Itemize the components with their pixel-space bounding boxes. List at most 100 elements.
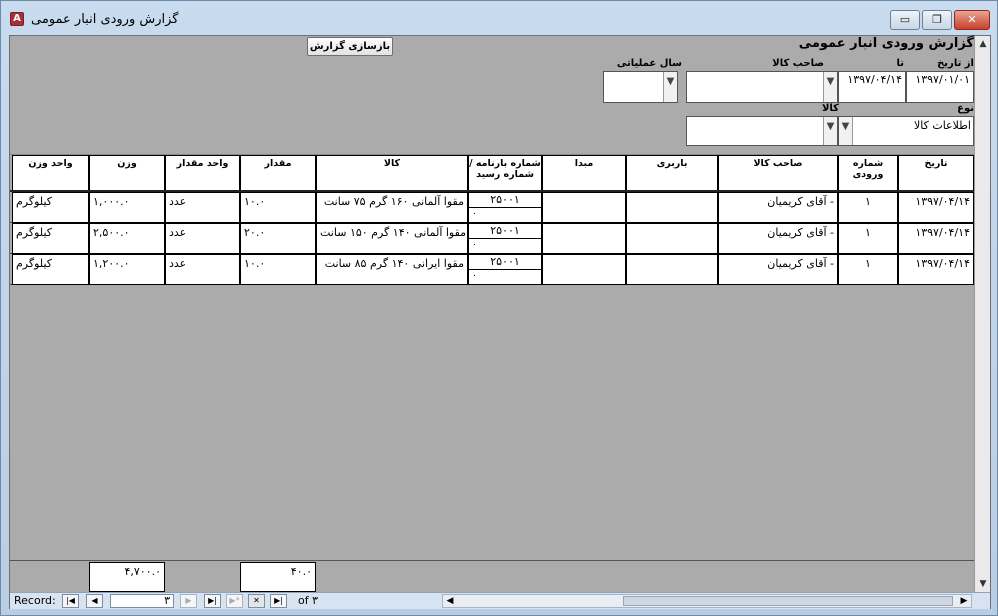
scroll-down-icon[interactable]: ▼ (975, 576, 991, 592)
record-of-label: of ۳ (298, 594, 319, 607)
col-qty-unit: واحد مقدار (165, 155, 240, 191)
cell-weight-unit: کیلوگرم (12, 254, 89, 285)
cell-goods: مقوا آلمانی ۱۶۰ گرم ۷۵ سانت (316, 192, 468, 223)
report-footer: ۴,۷۰۰.۰ ۴۰.۰ (10, 560, 974, 592)
col-carrier: باربری (626, 155, 718, 191)
type-label: نوع (957, 103, 974, 114)
scroll-left-icon[interactable]: ◀ (443, 595, 457, 607)
cell-owner: آقای کریمیان - (718, 192, 838, 223)
first-record-icon[interactable]: |◀ (62, 594, 79, 608)
from-date-label: از تاریخ (937, 58, 974, 69)
receipt-number: ۰ (472, 209, 477, 219)
col-waybill: شماره بارنامه / شماره رسید (468, 155, 542, 191)
horizontal-scrollbar[interactable]: ◀ ▶ (442, 594, 972, 608)
cell-waybill: ۲۵۰۰۱ ۰ (468, 223, 542, 254)
cell-waybill: ۲۵۰۰۱ ۰ (468, 254, 542, 285)
goods-label: کالا (821, 103, 839, 114)
cell-qty-unit: عدد (165, 223, 240, 254)
page-title: گزارش ورودی انبار عمومی (798, 36, 974, 51)
fiscal-year-combo[interactable]: ▼ (603, 71, 678, 103)
chevron-down-icon[interactable]: ▼ (823, 72, 837, 102)
col-origin: مبدا (542, 155, 626, 191)
waybill-number: ۲۵۰۰۱ (469, 193, 541, 208)
cell-carrier (626, 223, 718, 254)
minimize-button[interactable]: ▭ (890, 10, 920, 30)
col-goods: کالا (316, 155, 468, 191)
previous-record-icon[interactable]: ◀ (86, 594, 103, 608)
col-date: تاریخ (898, 155, 974, 191)
scroll-thumb[interactable] (623, 596, 953, 606)
cell-waybill: ۲۵۰۰۱ ۰ (468, 192, 542, 223)
record-total: ۳ (312, 594, 319, 607)
cell-goods: مقوا آلمانی ۱۴۰ گرم ۱۵۰ سانت (316, 223, 468, 254)
cell-qty: ۱۰.۰ (240, 254, 316, 285)
receipt-number: ۰ (472, 271, 477, 281)
goods-combo[interactable]: ▼ (686, 116, 838, 146)
cell-entry-no: ۱ (838, 223, 898, 254)
type-combo[interactable]: اطلاعات کالا ▼ (838, 116, 974, 146)
waybill-number: ۲۵۰۰۱ (469, 255, 541, 270)
cell-origin (542, 192, 626, 223)
table-row[interactable]: ۱۳۹۷/۰۴/۱۴ ۱ آقای کریمیان - ۲۵۰۰۱ ۰ مقوا… (10, 223, 974, 254)
window-title: گزارش ورودی انبار عمومی (31, 12, 179, 27)
fiscal-year-label: سال عملیاتی (616, 58, 682, 69)
cell-origin (542, 223, 626, 254)
cell-weight: ۲,۵۰۰.۰ (89, 223, 165, 254)
to-date-label: تا (896, 58, 904, 69)
title-bar: A گزارش ورودی انبار عمومی ▭ ❐ ✕ (1, 1, 997, 35)
col-weight-unit: واحد وزن (12, 155, 89, 191)
cell-carrier (626, 192, 718, 223)
cell-qty: ۲۰.۰ (240, 223, 316, 254)
to-date-field[interactable]: ۱۳۹۷/۰۴/۱۴ (838, 71, 906, 103)
cell-origin (542, 254, 626, 285)
cell-goods: مقوا ایرانی ۱۴۰ گرم ۸۵ سانت (316, 254, 468, 285)
last-record-icon[interactable]: ▶| (204, 594, 221, 608)
record-label: Record: (14, 594, 56, 607)
cell-qty-unit: عدد (165, 192, 240, 223)
goods-combo-value (703, 117, 833, 145)
table-row[interactable]: ۱۳۹۷/۰۴/۱۴ ۱ آقای کریمیان - ۲۵۰۰۱ ۰ مقوا… (10, 254, 974, 285)
report-header: بازسازی گزارش گزارش ورودی انبار عمومی از… (10, 36, 974, 150)
from-date-field[interactable]: ۱۳۹۷/۰۱/۰۱ (906, 71, 974, 103)
rebuild-report-button[interactable]: بازسازی گزارش (307, 37, 393, 56)
col-qty: مقدار (240, 155, 316, 191)
access-form-icon: A (10, 12, 24, 26)
cell-weight-unit: کیلوگرم (12, 192, 89, 223)
cell-owner: آقای کریمیان - (718, 223, 838, 254)
next-record-icon[interactable]: ▶ (180, 594, 197, 608)
waybill-number: ۲۵۰۰۱ (469, 224, 541, 239)
cell-weight-unit: کیلوگرم (12, 223, 89, 254)
total-qty: ۴۰.۰ (240, 562, 316, 592)
table-row[interactable]: ۱۳۹۷/۰۴/۱۴ ۱ آقای کریمیان - ۲۵۰۰۱ ۰ مقوا… (10, 192, 974, 223)
cell-owner: آقای کریمیان - (718, 254, 838, 285)
new-record-icon[interactable]: ▶* (226, 594, 243, 608)
vertical-scrollbar[interactable]: ▲ ▼ (974, 36, 990, 592)
col-owner: صاحب کالا (718, 155, 838, 191)
receipt-number: ۰ (472, 240, 477, 250)
scroll-right-icon[interactable]: ▶ (957, 595, 971, 607)
report-window: A گزارش ورودی انبار عمومی ▭ ❐ ✕ بازسازی … (0, 0, 998, 616)
type-combo-value: اطلاعات کالا (855, 119, 971, 143)
cell-weight: ۱,۲۰۰.۰ (89, 254, 165, 285)
restore-button[interactable]: ❐ (922, 10, 952, 30)
form-client-area: بازسازی گزارش گزارش ورودی انبار عمومی از… (9, 35, 991, 609)
chevron-down-icon[interactable]: ▼ (823, 117, 837, 145)
cell-date: ۱۳۹۷/۰۴/۱۴ (898, 192, 974, 223)
current-record-input[interactable]: ۳ (110, 594, 174, 608)
scroll-up-icon[interactable]: ▲ (975, 36, 991, 52)
owner-combo-value (703, 72, 833, 102)
cell-date: ۱۳۹۷/۰۴/۱۴ (898, 223, 974, 254)
cell-qty-unit: عدد (165, 254, 240, 285)
close-button[interactable]: ✕ (954, 10, 990, 30)
record-navigation: Record: |◀ ◀ ۳ ▶ ▶| ▶* ✕ ▶| of ۳ ◀ ▶ (10, 592, 990, 609)
column-headers: تاریخ شماره ورودی صاحب کالا باربری مبدا … (10, 154, 974, 191)
total-weight: ۴,۷۰۰.۰ (89, 562, 165, 592)
cell-weight: ۱,۰۰۰.۰ (89, 192, 165, 223)
cell-date: ۱۳۹۷/۰۴/۱۴ (898, 254, 974, 285)
no-filter-icon[interactable]: ✕ (248, 594, 265, 608)
owner-combo[interactable]: ▼ (686, 71, 838, 103)
chevron-down-icon[interactable]: ▼ (663, 72, 677, 102)
chevron-down-icon[interactable]: ▼ (839, 117, 853, 145)
last-record-alt-icon[interactable]: ▶| (270, 594, 287, 608)
col-weight: وزن (89, 155, 165, 191)
